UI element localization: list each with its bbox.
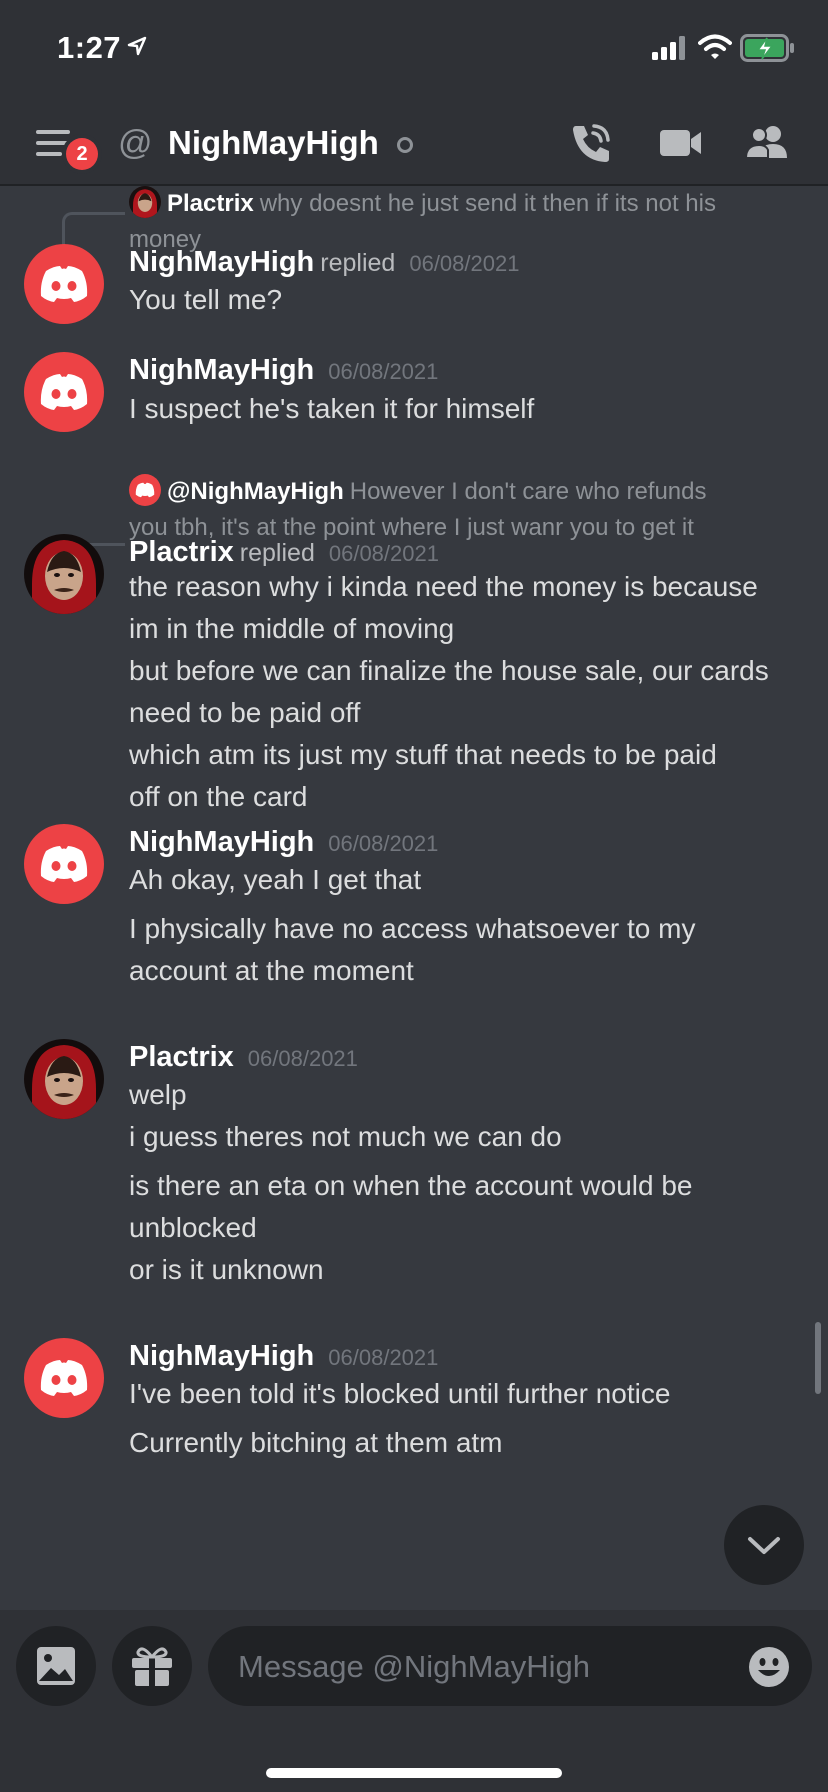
message-input[interactable] xyxy=(236,1626,740,1708)
message-author[interactable]: NighMayHigh 06/08/2021 xyxy=(129,354,438,387)
author-name[interactable]: NighMayHigh xyxy=(129,354,314,386)
offline-status-icon xyxy=(397,137,413,153)
avatar[interactable] xyxy=(24,1338,104,1418)
status-bar: 1:27 xyxy=(0,0,828,100)
message-text[interactable]: I physically have no access whatsoever t… xyxy=(129,913,695,945)
money-heist-mask-avatar-icon xyxy=(24,1039,104,1119)
reply-text: why doesnt he just send it then if its n… xyxy=(259,190,716,217)
message-text[interactable]: the reason why i kinda need the money is… xyxy=(129,571,758,603)
message-author[interactable]: Plactrix 06/08/2021 xyxy=(129,1041,358,1074)
message-author[interactable]: NighMayHigh 06/08/2021 xyxy=(129,826,438,859)
discord-logo-icon xyxy=(40,1360,88,1396)
image-icon xyxy=(37,1647,75,1685)
discord-mini-avatar xyxy=(129,474,161,506)
message-list[interactable]: Plactrix why doesnt he just send it then … xyxy=(0,186,828,1610)
money-heist-mask-avatar-icon xyxy=(24,534,104,614)
scrollbar[interactable] xyxy=(815,1322,821,1394)
avatar[interactable] xyxy=(24,824,104,904)
author-name[interactable]: NighMayHigh xyxy=(129,1340,314,1372)
timestamp: 06/08/2021 xyxy=(247,1046,358,1071)
author-name[interactable]: NighMayHigh xyxy=(129,246,314,278)
discord-logo-icon xyxy=(40,266,88,302)
message-text[interactable]: Currently bitching at them atm xyxy=(129,1427,503,1459)
plactrix-mini-avatar xyxy=(129,186,161,218)
message-text[interactable]: account at the moment xyxy=(129,955,414,987)
wifi-icon xyxy=(698,34,732,59)
replied-label: replied xyxy=(320,249,396,277)
message-text[interactable]: Ah okay, yeah I get that xyxy=(129,864,421,896)
message-text[interactable]: off on the card xyxy=(129,781,308,813)
reply-text: However I don't care who refunds xyxy=(349,478,707,505)
message-text[interactable]: I suspect he's taken it for himself xyxy=(129,393,534,425)
timestamp: 06/08/2021 xyxy=(328,541,439,566)
message-text[interactable]: or is it unknown xyxy=(129,1254,324,1286)
dm-username[interactable]: NighMayHigh xyxy=(168,124,379,162)
message-input-container[interactable] xyxy=(208,1626,812,1708)
reply-username[interactable]: Plactrix xyxy=(167,190,254,217)
message-text[interactable]: unblocked xyxy=(129,1212,257,1244)
gift-icon xyxy=(132,1647,172,1686)
home-indicator[interactable] xyxy=(266,1768,562,1778)
at-icon: @ xyxy=(118,124,153,162)
members-icon[interactable] xyxy=(744,120,792,166)
avatar[interactable] xyxy=(24,352,104,432)
emoji-icon[interactable] xyxy=(748,1646,790,1688)
notification-badge: 2 xyxy=(66,138,98,170)
cellular-signal-icon xyxy=(652,36,685,60)
author-name[interactable]: Plactrix xyxy=(129,1041,234,1073)
message-author[interactable]: NighMayHigh 06/08/2021 xyxy=(129,1340,438,1373)
phone-call-icon[interactable] xyxy=(568,120,614,166)
replied-label: replied xyxy=(239,539,315,567)
avatar[interactable] xyxy=(24,534,104,614)
timestamp: 06/08/2021 xyxy=(409,251,520,276)
video-camera-icon[interactable] xyxy=(658,120,704,166)
channel-header: @ NighMayHigh xyxy=(0,100,828,186)
gift-button[interactable] xyxy=(112,1626,192,1706)
status-time: 1:27 xyxy=(57,30,122,65)
message-author[interactable]: Plactrix replied 06/08/2021 xyxy=(129,536,439,569)
message-composer xyxy=(0,1610,828,1792)
jump-to-bottom-button[interactable] xyxy=(724,1505,804,1585)
message-text[interactable]: i guess theres not much we can do xyxy=(129,1121,562,1153)
author-name[interactable]: Plactrix xyxy=(129,536,234,568)
message-text[interactable]: which atm its just my stuff that needs t… xyxy=(129,739,717,771)
chevron-down-icon xyxy=(748,1537,780,1554)
battery-charging-icon xyxy=(740,34,794,62)
message-text[interactable]: im in the middle of moving xyxy=(129,613,454,645)
timestamp: 06/08/2021 xyxy=(328,359,439,384)
message-text[interactable]: I've been told it's blocked until furthe… xyxy=(129,1378,670,1410)
attach-image-button[interactable] xyxy=(16,1626,96,1706)
author-name[interactable]: NighMayHigh xyxy=(129,826,314,858)
message-text[interactable]: welp xyxy=(129,1079,187,1111)
location-arrow-icon xyxy=(127,36,147,56)
message-text[interactable]: but before we can finalize the house sal… xyxy=(129,655,769,687)
timestamp: 06/08/2021 xyxy=(328,831,439,856)
avatar[interactable] xyxy=(24,244,104,324)
message-text[interactable]: need to be paid off xyxy=(129,697,360,729)
discord-logo-icon xyxy=(40,846,88,882)
timestamp: 06/08/2021 xyxy=(328,1345,439,1370)
message-text[interactable]: You tell me? xyxy=(129,284,282,316)
message-text[interactable]: is there an eta on when the account woul… xyxy=(129,1170,693,1202)
avatar[interactable] xyxy=(24,1039,104,1119)
discord-logo-icon xyxy=(40,374,88,410)
reply-username[interactable]: @NighMayHigh xyxy=(167,478,344,505)
message-author[interactable]: NighMayHigh replied 06/08/2021 xyxy=(129,246,519,279)
